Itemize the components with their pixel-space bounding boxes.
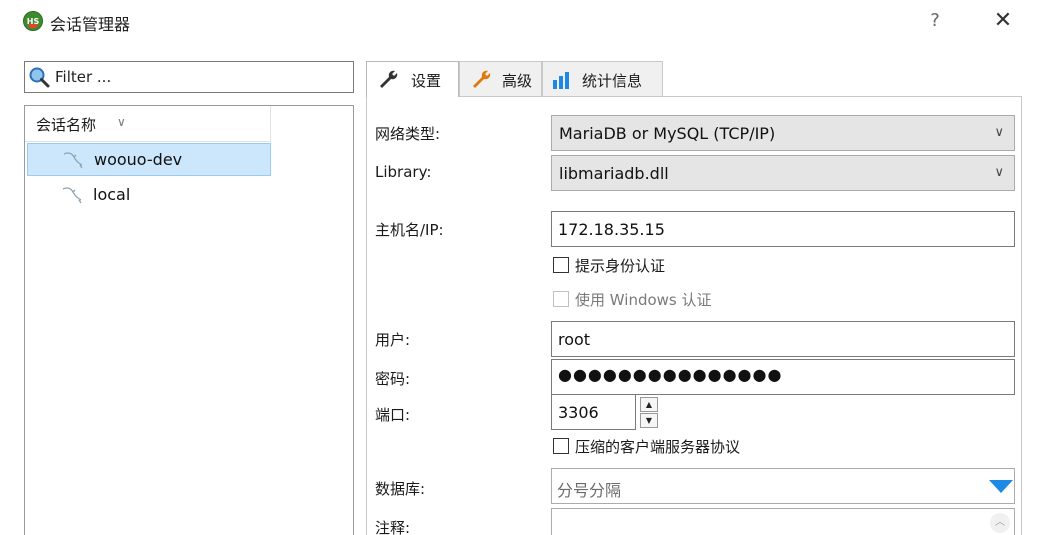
user-label: 用户: (375, 331, 411, 349)
library-label: Library: (375, 163, 432, 181)
chevron-down-icon: ∨ (994, 165, 1004, 180)
port-value: 3306 (558, 403, 599, 422)
dropdown-triangle-icon[interactable] (989, 480, 1013, 493)
database-placeholder: 分号分隔 (557, 481, 622, 500)
app-logo-icon: HS (23, 11, 43, 31)
tab-label: 统计信息 (582, 72, 643, 90)
library-select[interactable]: libmariadb.dll ∨ (551, 155, 1015, 191)
scroll-up-icon[interactable]: ︿ (990, 513, 1010, 533)
session-label: woouo-dev (94, 150, 183, 169)
close-button[interactable]: ✕ (985, 6, 1021, 36)
host-label: 主机名/IP: (375, 221, 444, 239)
database-select[interactable]: 分号分隔 (551, 468, 1015, 504)
wrench-icon (380, 70, 398, 88)
windows-auth-label: 使用 Windows 认证 (575, 291, 712, 309)
mysql-dolphin-icon (62, 187, 82, 204)
port-label: 端口: (375, 406, 411, 424)
password-value: ●●●●●●●●●●●●●●● (558, 365, 783, 384)
tab-advanced[interactable]: 高级 (459, 61, 542, 96)
port-increment-button[interactable]: ▲ (640, 397, 658, 412)
filter-field[interactable] (24, 61, 354, 93)
port-decrement-button[interactable]: ▼ (640, 413, 658, 428)
window-title: 会话管理器 (50, 15, 131, 34)
tab-settings[interactable]: 设置 (366, 61, 459, 97)
sort-chevron-icon: ∨ (117, 115, 126, 129)
bar-chart-icon (553, 72, 569, 89)
comment-label: 注释: (375, 519, 411, 535)
password-input[interactable]: ●●●●●●●●●●●●●●● (551, 359, 1015, 395)
wrench-icon (473, 70, 491, 88)
user-value: root (558, 330, 591, 349)
port-input[interactable]: 3306 (551, 394, 636, 430)
session-item[interactable]: local (27, 179, 271, 212)
mysql-dolphin-icon (63, 152, 83, 169)
network-type-value: MariaDB or MySQL (TCP/IP) (559, 124, 776, 143)
compress-label: 压缩的客户端服务器协议 (575, 438, 741, 456)
prompt-auth-checkbox[interactable] (553, 257, 569, 273)
host-value: 172.18.35.15 (558, 220, 665, 239)
prompt-auth-label: 提示身份认证 (575, 257, 666, 275)
tab-label: 高级 (502, 72, 533, 90)
filter-input[interactable] (55, 66, 345, 88)
session-name-column-header[interactable]: 会话名称 ∨ (25, 106, 271, 142)
column-header-label: 会话名称 (36, 116, 97, 134)
chevron-down-icon: ∨ (994, 125, 1004, 140)
library-value: libmariadb.dll (559, 164, 669, 183)
network-type-label: 网络类型: (375, 125, 441, 143)
help-button[interactable]: ? (920, 6, 950, 36)
comment-textarea[interactable]: ︿ (551, 508, 1015, 535)
session-label: local (93, 185, 131, 204)
search-icon (29, 67, 50, 88)
windows-auth-checkbox (553, 291, 569, 307)
network-type-select[interactable]: MariaDB or MySQL (TCP/IP) ∨ (551, 115, 1015, 151)
tab-statistics[interactable]: 统计信息 (542, 61, 663, 96)
title-bar: HS 会话管理器 ? ✕ (0, 0, 1050, 46)
tab-label: 设置 (411, 72, 442, 90)
user-input[interactable]: root (551, 321, 1015, 357)
database-label: 数据库: (375, 480, 426, 498)
host-input[interactable]: 172.18.35.15 (551, 211, 1015, 247)
session-item[interactable]: woouo-dev (27, 143, 271, 176)
password-label: 密码: (375, 370, 411, 388)
compress-checkbox[interactable] (553, 438, 569, 454)
